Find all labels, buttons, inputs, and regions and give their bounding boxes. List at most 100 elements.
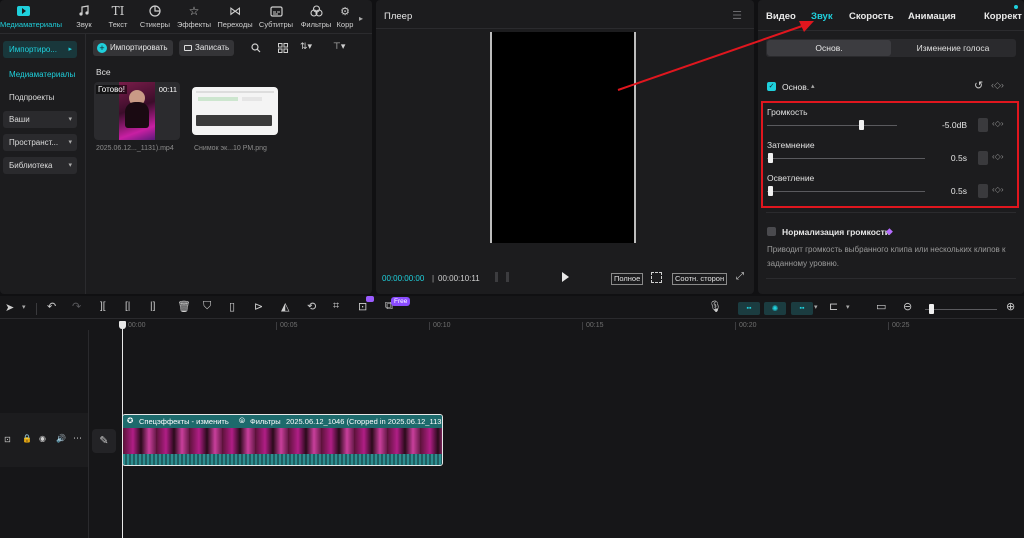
ruler-tick [429, 322, 430, 330]
freeze-icon[interactable]: ▯ [229, 300, 235, 313]
redo-icon[interactable]: ↷ [72, 300, 81, 313]
normalize-checkbox[interactable] [767, 227, 776, 236]
sidebar-item-spaces[interactable]: Пространст... ▾ [3, 134, 77, 151]
sticker-icon [149, 5, 161, 17]
media-panel: Медиаматериалы Звук TI Текст Стикеры ☆ Э… [0, 0, 372, 294]
crop-icon[interactable]: ⌗ [333, 300, 339, 313]
speaker-icon[interactable]: 🔊 [56, 434, 66, 443]
playhead-handle[interactable] [119, 321, 126, 329]
toolbar-effects[interactable]: ☆ Эффекты [174, 2, 214, 32]
sidebar-item-subprojects[interactable]: Подпроекты [3, 89, 77, 106]
eye-icon[interactable]: ◉ [39, 434, 46, 443]
record-button[interactable]: Записать [179, 40, 235, 56]
ready-badge: Готово! [96, 85, 127, 94]
keyframe-icon[interactable]: ‹◇› [991, 80, 1004, 91]
chevron-down-icon[interactable]: ▾ [814, 303, 818, 311]
sidebar-item-import[interactable]: Импортиро... ▸ [3, 41, 77, 58]
toolbar-text[interactable]: TI Текст [100, 2, 136, 32]
trim-left-icon[interactable]: [| [125, 301, 130, 312]
track-header-divider [88, 330, 89, 538]
rotate-icon[interactable]: ⟲ [307, 300, 316, 313]
media-clip-video[interactable]: Готово! 00:11 [94, 82, 180, 140]
comment-icon[interactable]: ▭ [876, 300, 886, 313]
tab-animation[interactable]: Анимация [908, 11, 956, 22]
search-icon[interactable] [251, 43, 261, 53]
zoom-in-icon[interactable]: ⊕ [1006, 300, 1015, 313]
edit-cover-button[interactable]: ✎ [92, 429, 116, 453]
transitions-icon: ⋈ [229, 4, 241, 18]
aspect-ratio-button[interactable]: Соотн. сторон [672, 273, 728, 285]
ruler-tick [735, 322, 736, 330]
zoom-slider-handle[interactable] [929, 304, 934, 314]
subtitles-icon [269, 5, 283, 17]
play-circle-icon[interactable]: ⊳ [254, 300, 263, 313]
sort-icon[interactable]: ⇅▾ [300, 41, 312, 52]
delete-icon[interactable]: 🗑 [177, 300, 191, 313]
section-label: Все [96, 67, 111, 77]
snap-icon[interactable]: ⊏ [829, 300, 838, 313]
filter-icon[interactable]: ⊤▾ [333, 41, 345, 52]
timeline-frames-icon[interactable] [495, 272, 509, 282]
media-clip-image[interactable] [192, 87, 278, 135]
section-divider [766, 278, 1016, 279]
export-frame-icon[interactable]: ⊡ [358, 300, 367, 313]
toolbar-subtitles[interactable]: Субтитры [256, 2, 296, 32]
media-clip-name: Снимок эк...10 PM.png [194, 145, 267, 152]
clip-filters-label: Фильтры [250, 417, 281, 426]
split-icon[interactable]: ][ [100, 301, 106, 312]
shield-icon[interactable]: ⛉ [203, 300, 211, 313]
fit-icon[interactable] [651, 272, 662, 283]
toolbar-adjust[interactable]: ⚙ Корр [334, 2, 356, 32]
toolbar-transitions[interactable]: ⋈ Переходы [214, 2, 256, 32]
reset-icon[interactable]: ↺ [974, 79, 983, 92]
tab-adjust[interactable]: Коррект [984, 11, 1022, 22]
toolbar-label: Фильтры [300, 20, 332, 29]
chevron-down-icon[interactable]: ▾ [22, 303, 26, 311]
trim-right-icon[interactable]: |] [150, 301, 155, 312]
undo-icon[interactable]: ↶ [47, 300, 56, 313]
toolbar-label: Переходы [217, 20, 253, 29]
highlight-box [761, 101, 1019, 208]
main-track-magnet-toggle[interactable]: ▪▪ [738, 302, 760, 315]
zoom-slider[interactable] [925, 309, 997, 310]
microphone-icon[interactable]: 🎙 [708, 300, 722, 313]
link-toggle[interactable]: ✺ [764, 302, 786, 315]
ruler-tick-label: 00:10 [433, 322, 451, 329]
effects-icon: ☆ [188, 4, 200, 18]
toolbar-filters[interactable]: Фильтры [296, 2, 336, 32]
cover-icon[interactable]: ⊡ [4, 435, 11, 444]
zoom-out-icon[interactable]: ⊖ [903, 300, 912, 313]
full-quality-button[interactable]: Полное [611, 273, 644, 285]
lock-icon[interactable]: 🔒 [22, 434, 32, 443]
preview-axis-toggle[interactable]: ▪▪ [791, 302, 813, 315]
sidebar-item-yours[interactable]: Ваши ▾ [3, 111, 77, 128]
media-icon [16, 6, 30, 16]
sidebar-item-label: Импортиро... [9, 45, 58, 54]
total-time: 00:00:10:11 [438, 274, 480, 283]
divider [85, 34, 86, 294]
toolbar-stickers[interactable]: Стикеры [136, 2, 174, 32]
subtab-voice-change[interactable]: Изменение голоса [891, 40, 1015, 56]
mirror-icon[interactable]: ◭ [281, 300, 289, 313]
select-cursor-icon[interactable]: ➤ [5, 301, 14, 314]
tab-speed[interactable]: Скорость [849, 11, 894, 22]
toolbar-media[interactable]: Медиаматериалы [0, 2, 62, 32]
text-icon: TI [111, 4, 125, 18]
toolbar-audio[interactable]: Звук [66, 2, 102, 32]
more-icon[interactable]: ⋯ [73, 433, 82, 444]
timeline-clip[interactable]: ✪ Спецэффекты - изменить ⦾ Фильтры 2025.… [122, 414, 443, 466]
sidebar-item-media[interactable]: Медиаматериалы [3, 66, 77, 83]
toolbar-label: Текст [108, 20, 128, 29]
fullscreen-icon[interactable]: ⤢ [736, 271, 744, 282]
play-icon[interactable] [562, 272, 569, 282]
toolbar-scroll-arrow[interactable]: ▸ [359, 14, 363, 23]
ruler-tick [888, 322, 889, 330]
chevron-down-icon: ▾ [68, 116, 72, 123]
playhead[interactable] [122, 322, 123, 538]
ruler-tick-label: 00:20 [739, 322, 757, 329]
ruler-tick-label: 00:25 [892, 322, 910, 329]
sidebar-item-library[interactable]: Библиотека ▾ [3, 157, 77, 174]
import-button[interactable]: + Импортировать [93, 40, 173, 56]
grid-view-icon[interactable] [278, 43, 288, 53]
chevron-down-icon[interactable]: ▾ [846, 303, 850, 311]
